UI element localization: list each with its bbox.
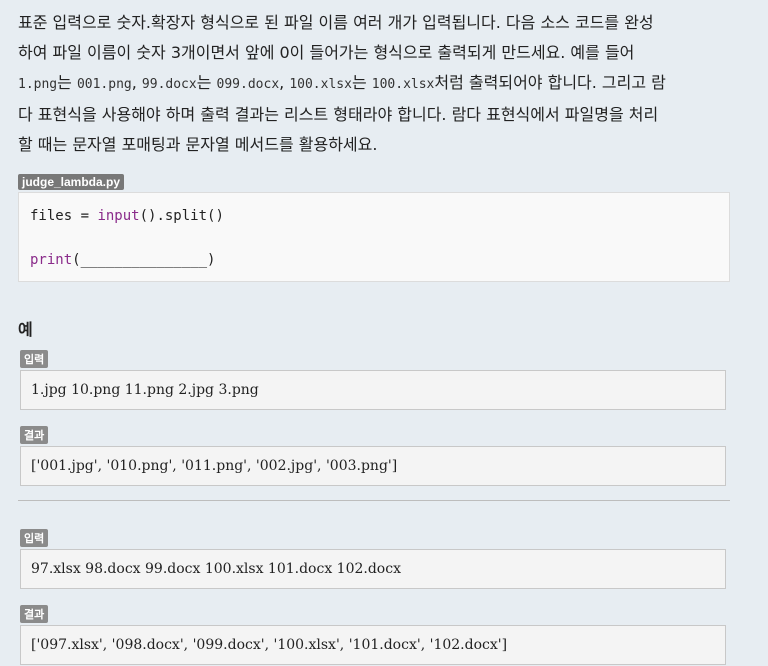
code-text: ().split(): [139, 208, 224, 224]
input-label: 입력: [20, 350, 49, 368]
problem-page: 표준 입력으로 숫자.확장자 형식으로 된 파일 이름 여러 개가 입력됩니다.…: [0, 0, 768, 665]
description-text: 처럼 출력되어야 합니다. 그리고 람: [434, 73, 666, 92]
inline-code: 099.docx: [216, 77, 280, 92]
inline-code: 100.xlsx: [289, 77, 352, 92]
output-label: 결과: [20, 605, 49, 623]
inline-code: 1.png: [18, 77, 58, 92]
inline-code: 100.xlsx: [371, 77, 435, 92]
code-line-1: files = input().split(): [30, 205, 718, 227]
problem-description: 표준 입력으로 숫자.확장자 형식으로 된 파일 이름 여러 개가 입력됩니다.…: [18, 8, 750, 160]
examples-heading: 예: [18, 320, 33, 339]
code-block: files = input().split() print(__________…: [18, 192, 730, 282]
example-output: ['001.jpg', '010.png', '011.png', '002.j…: [20, 446, 726, 486]
example-input: 1.jpg 10.png 11.png 2.jpg 3.png: [20, 370, 726, 410]
inline-code: 001.png: [76, 77, 132, 92]
inline-code: 99.docx: [141, 77, 197, 92]
example-output: ['097.xlsx', '098.docx', '099.docx', '10…: [20, 625, 726, 665]
code-text: (_______________): [72, 252, 216, 268]
code-builtin: print: [30, 252, 73, 268]
code-text: files =: [30, 208, 98, 224]
output-label: 결과: [20, 426, 49, 444]
code-line-2: print(_______________): [30, 249, 718, 271]
description-text: 는: [57, 73, 77, 92]
code-builtin: input: [97, 208, 140, 224]
divider: [18, 500, 730, 501]
example-input: 97.xlsx 98.docx 99.docx 100.xlsx 101.doc…: [20, 549, 726, 589]
description-line-4: 다 표현식을 사용해야 하며 출력 결과는 리스트 형태라야 합니다. 람다 표…: [18, 105, 659, 124]
example-1: 입력 1.jpg 10.png 11.png 2.jpg 3.png 결과 ['…: [18, 348, 750, 486]
code-filename-tag: judge_lambda.py: [18, 174, 125, 190]
description-text: ,: [279, 73, 290, 92]
description-text: ,: [131, 73, 142, 92]
description-line-1: 표준 입력으로 숫자.확장자 형식으로 된 파일 이름 여러 개가 입력됩니다.…: [18, 13, 654, 32]
description-text: 는: [351, 73, 372, 92]
description-text: 는: [196, 73, 217, 92]
example-2: 입력 97.xlsx 98.docx 99.docx 100.xlsx 101.…: [18, 527, 750, 665]
input-label: 입력: [20, 529, 49, 547]
description-line-2: 하여 파일 이름이 숫자 3개이면서 앞에 0이 들어가는 형식으로 출력되게 …: [18, 43, 635, 62]
description-line-5: 할 때는 문자열 포매팅과 문자열 메서드를 활용하세요.: [18, 135, 378, 154]
